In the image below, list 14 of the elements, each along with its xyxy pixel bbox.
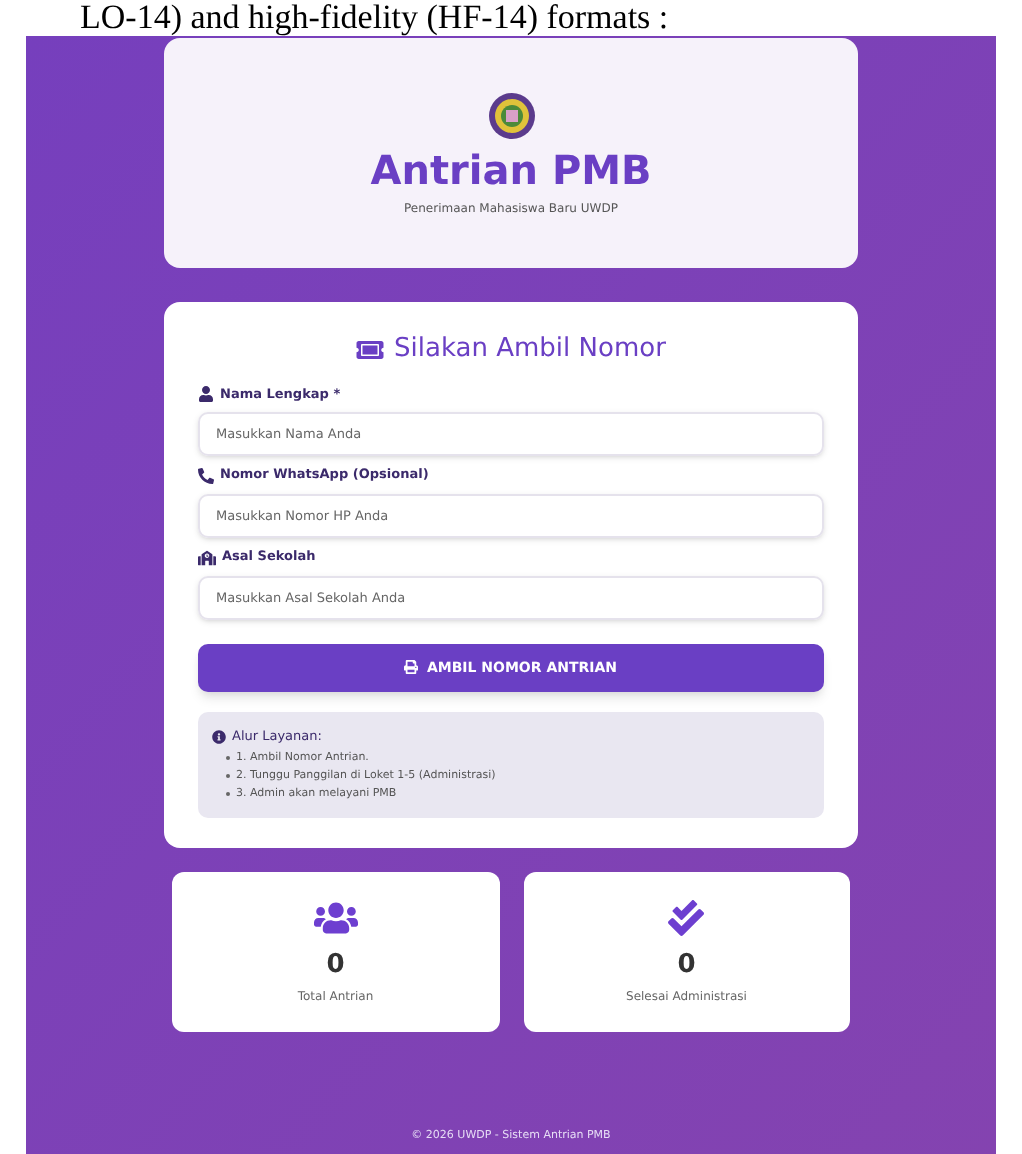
users-icon	[313, 899, 358, 935]
stat-value: 0	[326, 947, 345, 983]
app-title: Antrian PMB	[370, 145, 652, 195]
caption-text: LO-14) and high-fidelity (HF-14) formats :	[78, 0, 671, 36]
ticket-icon	[356, 337, 385, 362]
person-icon	[198, 386, 214, 403]
info-icon	[212, 730, 226, 745]
stat-value: 0	[677, 947, 696, 983]
double-check-icon	[668, 899, 705, 935]
printer-icon	[404, 660, 419, 675]
phone-icon	[198, 468, 214, 485]
form-title: Silakan Ambil Nomor	[394, 332, 666, 368]
emblem-icon	[487, 89, 535, 141]
school-icon	[198, 549, 216, 566]
